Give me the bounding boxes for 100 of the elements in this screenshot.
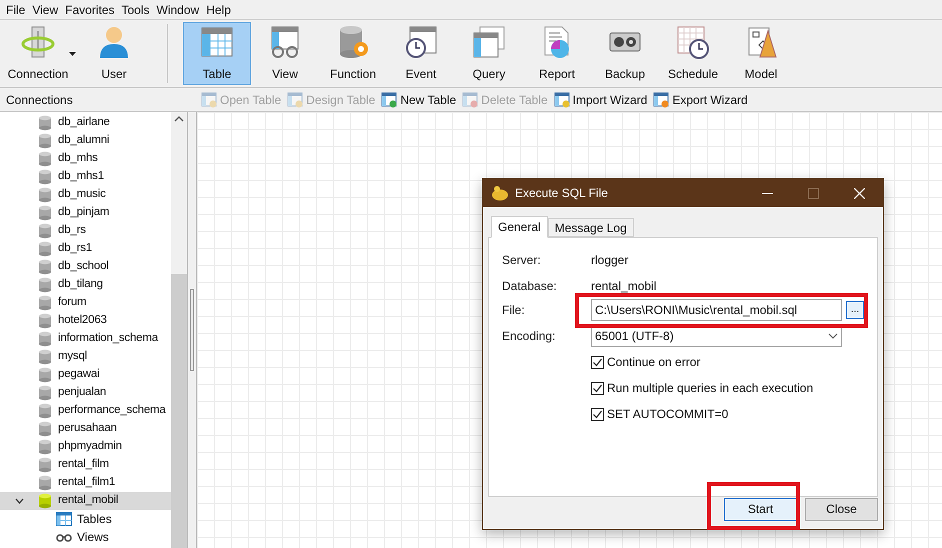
database-icon xyxy=(38,205,52,221)
tree-item[interactable]: db_pinjam xyxy=(0,204,172,222)
tree-item[interactable]: phpmyadmin xyxy=(0,438,172,456)
menu-item[interactable]: View xyxy=(29,0,62,18)
database-icon xyxy=(38,169,52,185)
toolbar-button[interactable]: Function xyxy=(319,22,387,85)
table-icon xyxy=(200,24,234,58)
database-icon xyxy=(38,349,52,365)
toolbar-button[interactable]: Event xyxy=(387,22,455,85)
tree-item[interactable]: rental_mobil xyxy=(0,492,172,510)
database-value: rental_mobil xyxy=(591,278,656,295)
delete-table-icon xyxy=(462,92,478,108)
database-icon xyxy=(38,295,52,311)
app-logo-icon xyxy=(491,185,509,201)
server-value: rlogger xyxy=(591,252,628,269)
user-icon xyxy=(97,24,131,58)
action-button[interactable]: New Table xyxy=(380,90,458,108)
caret-icon[interactable] xyxy=(69,52,76,56)
tree-item[interactable]: db_mhs1 xyxy=(0,168,172,186)
tree-item[interactable]: Tables xyxy=(0,510,172,528)
tree-item[interactable]: db_rs1 xyxy=(0,240,172,258)
glasses-icon xyxy=(56,532,72,542)
database-icon xyxy=(38,493,52,509)
tree-item[interactable]: Views xyxy=(0,528,172,546)
new-table-icon xyxy=(381,92,398,108)
menu-item[interactable]: File xyxy=(3,0,28,18)
tree-item[interactable]: rental_film xyxy=(0,456,172,474)
tree-item[interactable]: information_schema xyxy=(0,330,172,348)
database-icon xyxy=(38,223,52,239)
database-icon xyxy=(38,259,52,275)
tree-item[interactable]: db_mhs xyxy=(0,150,172,168)
dialog-button[interactable]: Close xyxy=(805,498,878,520)
tab[interactable]: General xyxy=(491,216,548,238)
toolbar-button[interactable]: User xyxy=(76,22,152,85)
database-icon xyxy=(38,367,52,383)
tree-item[interactable]: db_school xyxy=(0,258,172,276)
database-icon xyxy=(38,133,52,149)
field-label: Encoding: xyxy=(502,328,556,345)
edit-table-icon xyxy=(287,92,304,108)
toolbar-button[interactable]: Backup xyxy=(591,22,659,85)
chevron-down-icon[interactable] xyxy=(14,498,24,504)
tree-item[interactable]: db_alumni xyxy=(0,132,172,150)
menu-item[interactable]: Help xyxy=(203,0,234,18)
action-button[interactable]: Import Wizard xyxy=(552,90,648,108)
tree-item[interactable]: forum xyxy=(0,294,172,312)
database-icon xyxy=(38,421,52,437)
menu-item[interactable]: Favorites xyxy=(62,0,118,18)
database-icon xyxy=(38,313,52,329)
checkbox[interactable] xyxy=(591,382,604,394)
checkbox-label: Run multiple queries in each execution xyxy=(607,380,814,397)
checkbox[interactable] xyxy=(591,408,604,420)
tree-item[interactable]: rental_film1 xyxy=(0,474,172,492)
database-icon xyxy=(38,151,52,167)
tree-item[interactable]: db_tilang xyxy=(0,276,172,294)
toolbar-button[interactable]: Connection xyxy=(0,22,76,85)
import-table-icon xyxy=(554,92,570,108)
action-button[interactable]: Export Wizard xyxy=(652,90,749,108)
field-label: Database: xyxy=(502,278,558,295)
checkbox-label: SET AUTOCOMMIT=0 xyxy=(607,406,728,423)
tree-item[interactable]: performance_schema xyxy=(0,402,172,420)
toolbar-button[interactable]: Table xyxy=(183,22,251,85)
server-icon xyxy=(21,24,55,58)
field-label: File: xyxy=(502,302,526,319)
toolbar-button[interactable]: Report xyxy=(523,22,591,85)
dialog-title: Execute SQL File xyxy=(515,185,609,202)
checkbox[interactable] xyxy=(591,356,604,368)
tree-item[interactable]: hotel2063 xyxy=(0,312,172,330)
toolbar-button[interactable]: Query xyxy=(455,22,523,85)
toolbar-button[interactable]: Schedule xyxy=(659,22,727,85)
menu-item[interactable]: Window xyxy=(154,0,202,18)
scrollbar[interactable] xyxy=(171,112,187,548)
open-table-icon xyxy=(201,92,217,108)
tree-item[interactable]: db_airlane xyxy=(0,114,172,132)
chevron-down-icon[interactable] xyxy=(828,333,838,339)
dialog-button[interactable]: Start xyxy=(724,498,797,520)
menu-item[interactable]: Tools xyxy=(118,0,153,18)
database-icon xyxy=(38,241,52,257)
table-icon xyxy=(56,512,72,526)
tree-item[interactable]: pegawai xyxy=(0,366,172,384)
browse-button[interactable]: ... xyxy=(846,301,864,319)
tree-item[interactable]: perusahaan xyxy=(0,420,172,438)
tree-item[interactable]: db_rs xyxy=(0,222,172,240)
toolbar-button[interactable]: Model xyxy=(727,22,795,85)
splitter-handle[interactable] xyxy=(190,289,194,371)
database-icon xyxy=(38,385,52,401)
tree-item[interactable]: mysql xyxy=(0,348,172,366)
toolbar-button[interactable]: View xyxy=(251,22,319,85)
field-label: Server: xyxy=(502,252,542,269)
close-icon[interactable] xyxy=(854,188,865,198)
check-icon xyxy=(592,408,603,420)
database-icon xyxy=(38,475,52,491)
tab[interactable]: Message Log xyxy=(548,218,634,237)
database-icon xyxy=(38,403,52,419)
check-icon xyxy=(592,382,603,394)
database-icon xyxy=(38,331,52,347)
calendar-clock-icon xyxy=(676,24,710,58)
tree-item[interactable]: db_music xyxy=(0,186,172,204)
checkbox-label: Continue on error xyxy=(607,354,700,371)
tree-item[interactable]: penjualan xyxy=(0,384,172,402)
file-path-field[interactable]: C:\Users\RONI\Music\rental_mobil.sql xyxy=(591,299,842,321)
